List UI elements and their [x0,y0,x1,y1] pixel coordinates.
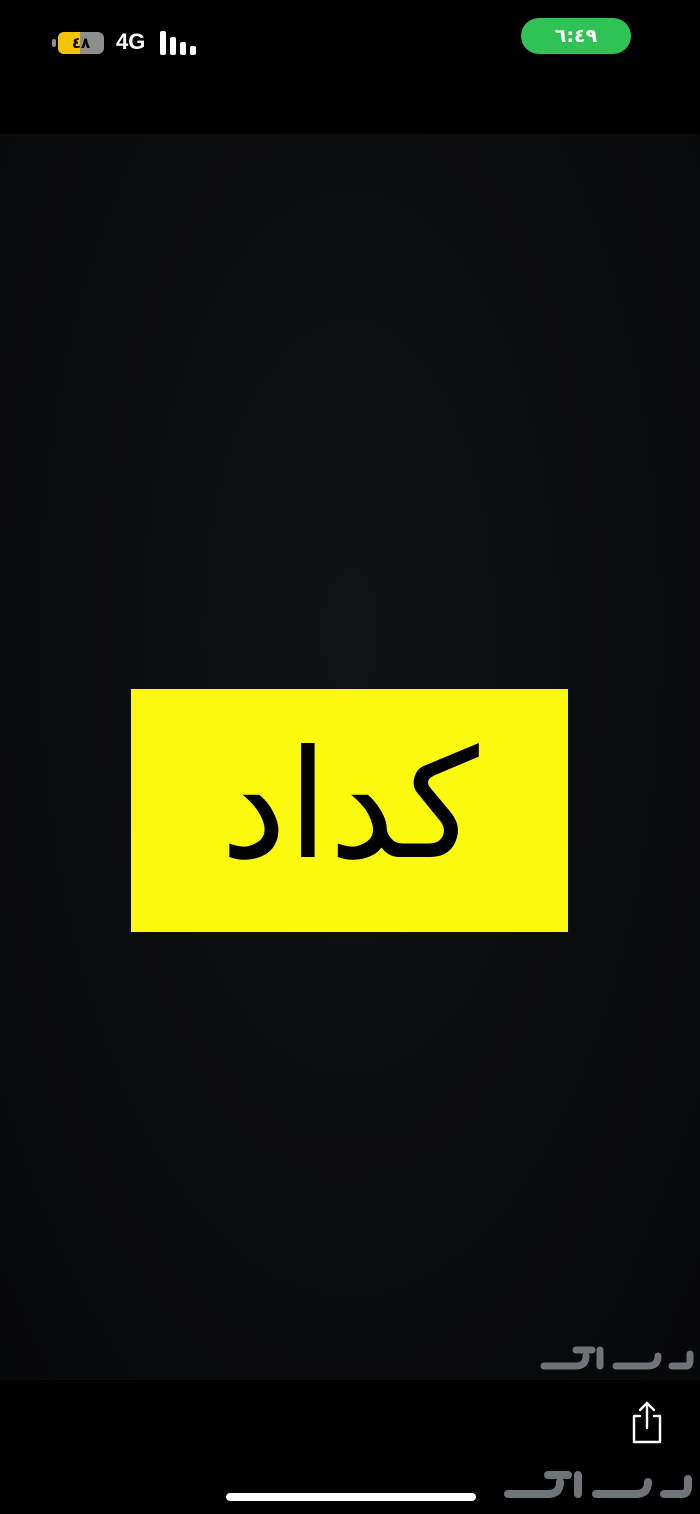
yellow-sign: كداد [131,689,568,932]
status-bar: ٤٨ 4G ٦:٤٩ [0,0,700,134]
clock[interactable]: ٦:٤٩ [521,18,631,54]
share-icon[interactable] [627,1400,667,1444]
network-type: 4G [116,29,146,54]
battery-level: ٤٨ [71,34,91,52]
signal-bar [160,31,166,55]
signal-bar [170,37,176,55]
haraj-watermark-logo [540,1346,694,1370]
signal-icon [160,31,200,55]
signal-bar [190,46,196,55]
battery-icon: ٤٨ [58,32,104,54]
battery-cap [52,39,56,47]
haraj-watermark-logo-bottom [504,1471,692,1498]
home-indicator[interactable] [226,1493,476,1501]
signal-bar [180,42,186,55]
sign-text: كداد [220,718,479,893]
